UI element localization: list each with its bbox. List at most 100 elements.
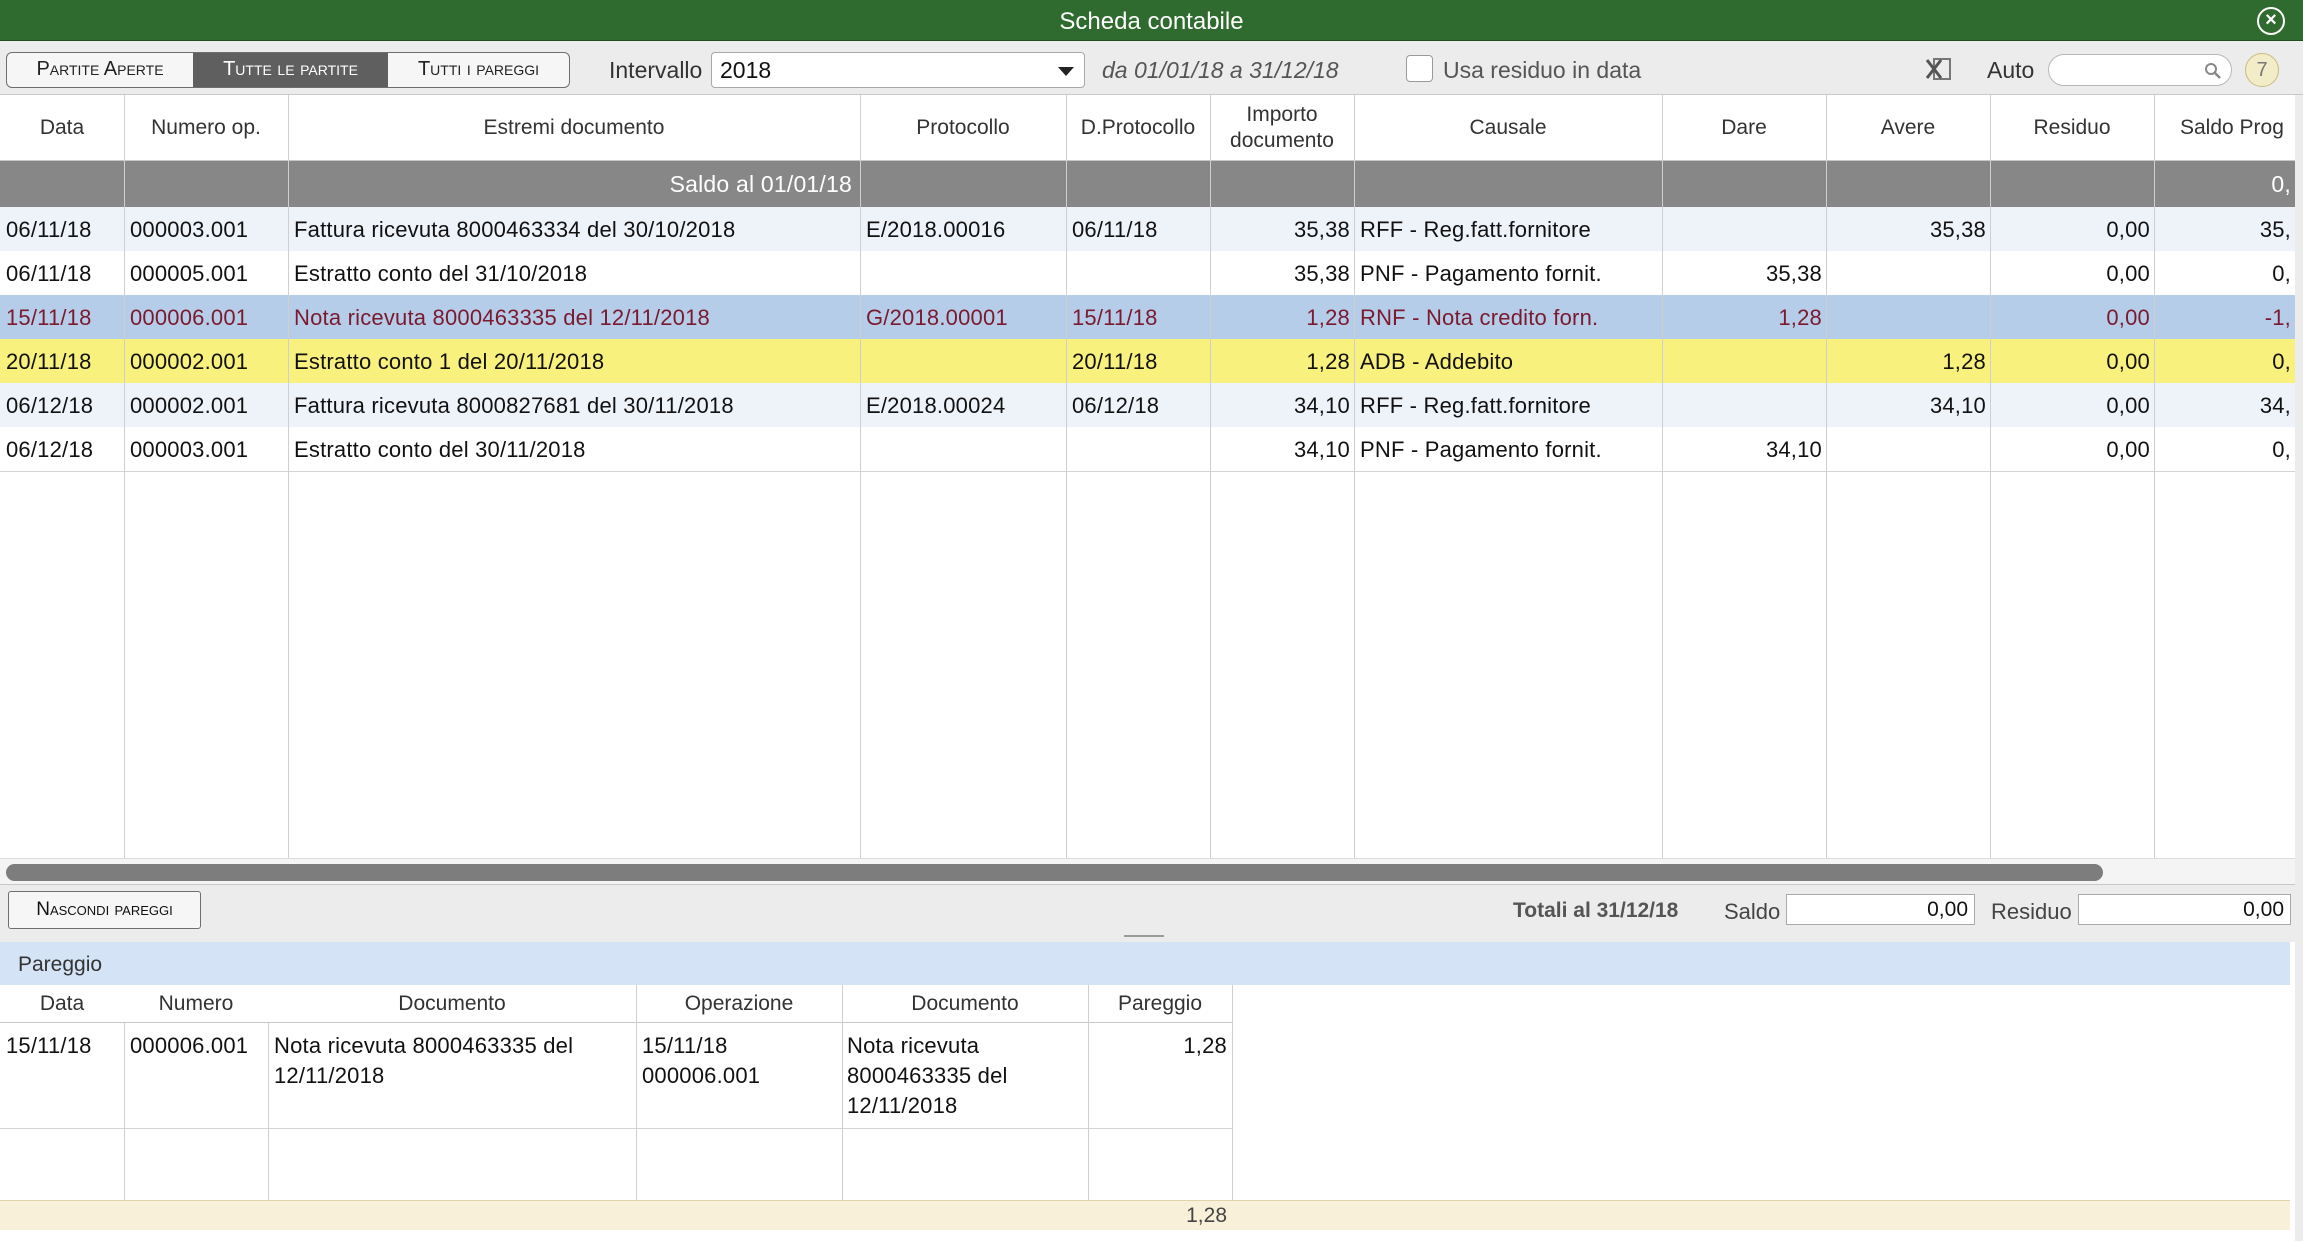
- col-header-dare[interactable]: Dare: [1662, 95, 1826, 161]
- col-header-saldo-prog[interactable]: Saldo Prog: [2154, 95, 2303, 161]
- horizontal-scrollbar-thumb[interactable]: [6, 864, 2103, 881]
- column-divider[interactable]: [288, 95, 289, 858]
- cell-protocollo: G/2018.00001: [866, 305, 1008, 330]
- cell-data: 06/12/18: [6, 437, 94, 462]
- horizontal-scrollbar[interactable]: [0, 858, 2303, 884]
- pareggio-row-operazione-line2: 000006.001: [642, 1063, 761, 1088]
- cell-protocollo: E/2018.00024: [866, 393, 1006, 418]
- cell-data: 06/11/18: [6, 261, 92, 286]
- cell-causale: PNF - Pagamento fornit.: [1360, 437, 1602, 462]
- col-header-data[interactable]: Data: [0, 95, 124, 161]
- cell-saldo-prog: 34,: [2259, 393, 2291, 418]
- search-input[interactable]: [2048, 54, 2232, 86]
- column-divider[interactable]: [860, 95, 861, 858]
- cell-avere: 1,28: [1942, 349, 1986, 374]
- pareggio-grid-line: [124, 1023, 125, 1200]
- cell-numero-op: 000002.001: [130, 393, 249, 418]
- cell-estremi-documento: Nota ricevuta 8000463335 del 12/11/2018: [294, 305, 710, 330]
- cell-importo: 35,38: [1293, 217, 1350, 242]
- table-row[interactable]: 20/11/18 000002.001 Estratto conto 1 del 2…: [0, 339, 2303, 383]
- col-header-avere[interactable]: Avere: [1826, 95, 1990, 161]
- cell-numero-op: 000003.001: [130, 437, 249, 462]
- cell-saldo-prog: -1,: [2264, 305, 2291, 330]
- column-divider[interactable]: [1210, 95, 1211, 858]
- interval-select[interactable]: 2018: [711, 52, 1085, 88]
- use-residuo-checkbox[interactable]: [1406, 55, 1433, 82]
- cell-numero-op: 000006.001: [130, 305, 249, 330]
- col-header-estremi-documento[interactable]: Estremi documento: [288, 95, 860, 161]
- pareggio-row-numero: 000006.001: [130, 1033, 249, 1058]
- col-header-importo-documento[interactable]: Importo documento: [1210, 95, 1354, 161]
- cell-dare: 35,38: [1765, 261, 1822, 286]
- table-row[interactable]: 06/12/18 000002.001 Fattura ricevuta 80008…: [0, 383, 2303, 427]
- panel-splitter[interactable]: [0, 934, 2303, 942]
- cell-causale: RFF - Reg.fatt.fornitore: [1360, 217, 1591, 242]
- tab-tutte-le-partite[interactable]: Tutte le partite: [193, 52, 389, 88]
- pareggio-row-divider: [0, 1128, 1232, 1129]
- table-row[interactable]: 06/11/18 000005.001 Estratto conto del 31/…: [0, 251, 2303, 295]
- cell-residuo: 0,00: [2106, 437, 2150, 462]
- pareggio-col-numero[interactable]: Numero: [124, 985, 268, 1023]
- splitter-handle[interactable]: [1124, 935, 1164, 937]
- col-header-numero-op[interactable]: Numero op.: [124, 95, 288, 161]
- col-header-causale[interactable]: Causale: [1354, 95, 1662, 161]
- pareggio-col-pareggio[interactable]: Pareggio: [1088, 985, 1232, 1023]
- tab-tutti-i-pareggi[interactable]: Tutti i pareggi: [388, 52, 570, 88]
- cell-numero-op: 000002.001: [130, 349, 249, 374]
- cell-estremi-documento: Fattura ricevuta 8000463334 del 30/10/20…: [294, 217, 736, 242]
- cell-causale: PNF - Pagamento fornit.: [1360, 261, 1602, 286]
- cell-avere: 35,38: [1929, 217, 1986, 242]
- date-range-text: da 01/01/18 a 31/12/18: [1102, 57, 1339, 83]
- column-divider[interactable]: [1354, 95, 1355, 858]
- pareggio-col-documento-2[interactable]: Documento: [842, 985, 1088, 1023]
- cell-avere: [1826, 295, 1986, 339]
- opening-balance-row: Saldo al 01/01/18 0,: [0, 161, 2303, 207]
- column-divider[interactable]: [1066, 95, 1067, 858]
- column-divider[interactable]: [2154, 95, 2155, 858]
- saldo-total-field: 0,00: [1786, 894, 1975, 925]
- cell-saldo-prog: 35,: [2259, 217, 2291, 242]
- cell-dare: [1662, 383, 1822, 427]
- pareggio-grid-line: [1232, 985, 1233, 1230]
- column-divider[interactable]: [1662, 95, 1663, 858]
- col-header-residuo[interactable]: Residuo: [1990, 95, 2154, 161]
- pareggio-row-pareggio: 1,28: [1183, 1033, 1227, 1058]
- cell-avere: [1826, 251, 1986, 295]
- pareggio-col-documento[interactable]: Documento: [268, 985, 636, 1023]
- table-row[interactable]: 06/12/18 000003.001 Estratto conto del 30/…: [0, 427, 2303, 471]
- hide-pareggi-button[interactable]: Nascondi pareggi: [8, 891, 201, 929]
- pareggio-col-operazione[interactable]: Operazione: [636, 985, 842, 1023]
- cell-numero-op: 000003.001: [130, 217, 249, 242]
- pareggio-grid-line: [636, 985, 637, 1200]
- pareggio-section-title: Pareggio: [0, 942, 2290, 985]
- cell-protocollo: [866, 251, 1066, 295]
- cell-estremi-documento: Estratto conto del 31/10/2018: [294, 261, 588, 286]
- accounting-sheet-window: Scheda contabile × Partite Aperte Tutte …: [0, 0, 2303, 1241]
- cell-causale: RFF - Reg.fatt.fornitore: [1360, 393, 1591, 418]
- cell-importo: 34,10: [1293, 393, 1350, 418]
- pareggio-total-row: 1,28: [0, 1200, 2290, 1230]
- column-divider[interactable]: [124, 95, 125, 858]
- main-table-header: Data Numero op. Estremi documento Protoc…: [0, 95, 2303, 161]
- column-divider[interactable]: [1826, 95, 1827, 858]
- col-header-d-protocollo[interactable]: D.Protocollo: [1066, 95, 1210, 161]
- residuo-total-label: Residuo: [1991, 899, 2072, 924]
- table-row[interactable]: 15/11/18 000006.001 Nota ricevuta 80004633…: [0, 295, 2303, 339]
- column-divider[interactable]: [1990, 95, 1991, 858]
- cell-data: 06/11/18: [6, 217, 92, 242]
- cell-d-protocollo: 15/11/18: [1072, 305, 1158, 330]
- pareggio-total-value: 1,28: [1186, 1204, 1227, 1227]
- use-residuo-label: Usa residuo in data: [1443, 57, 1642, 83]
- pareggio-grid-line: [1088, 985, 1089, 1230]
- pareggio-grid-line: [842, 985, 843, 1200]
- col-header-protocollo[interactable]: Protocollo: [860, 95, 1066, 161]
- excel-export-icon[interactable]: [1925, 56, 1953, 82]
- toolbar: Partite Aperte Tutte le partite Tutti i …: [0, 41, 2303, 95]
- table-row[interactable]: 06/11/18 000003.001 Fattura ricevuta 80004…: [0, 207, 2303, 251]
- tab-partite-aperte[interactable]: Partite Aperte: [6, 52, 194, 88]
- cell-avere: [1826, 427, 1986, 471]
- pareggio-col-data[interactable]: Data: [0, 985, 124, 1023]
- close-icon[interactable]: ×: [2257, 7, 2285, 35]
- cell-dare: 1,28: [1778, 305, 1822, 330]
- pareggio-table-header: Data Numero Documento Operazione Documen…: [0, 985, 1232, 1023]
